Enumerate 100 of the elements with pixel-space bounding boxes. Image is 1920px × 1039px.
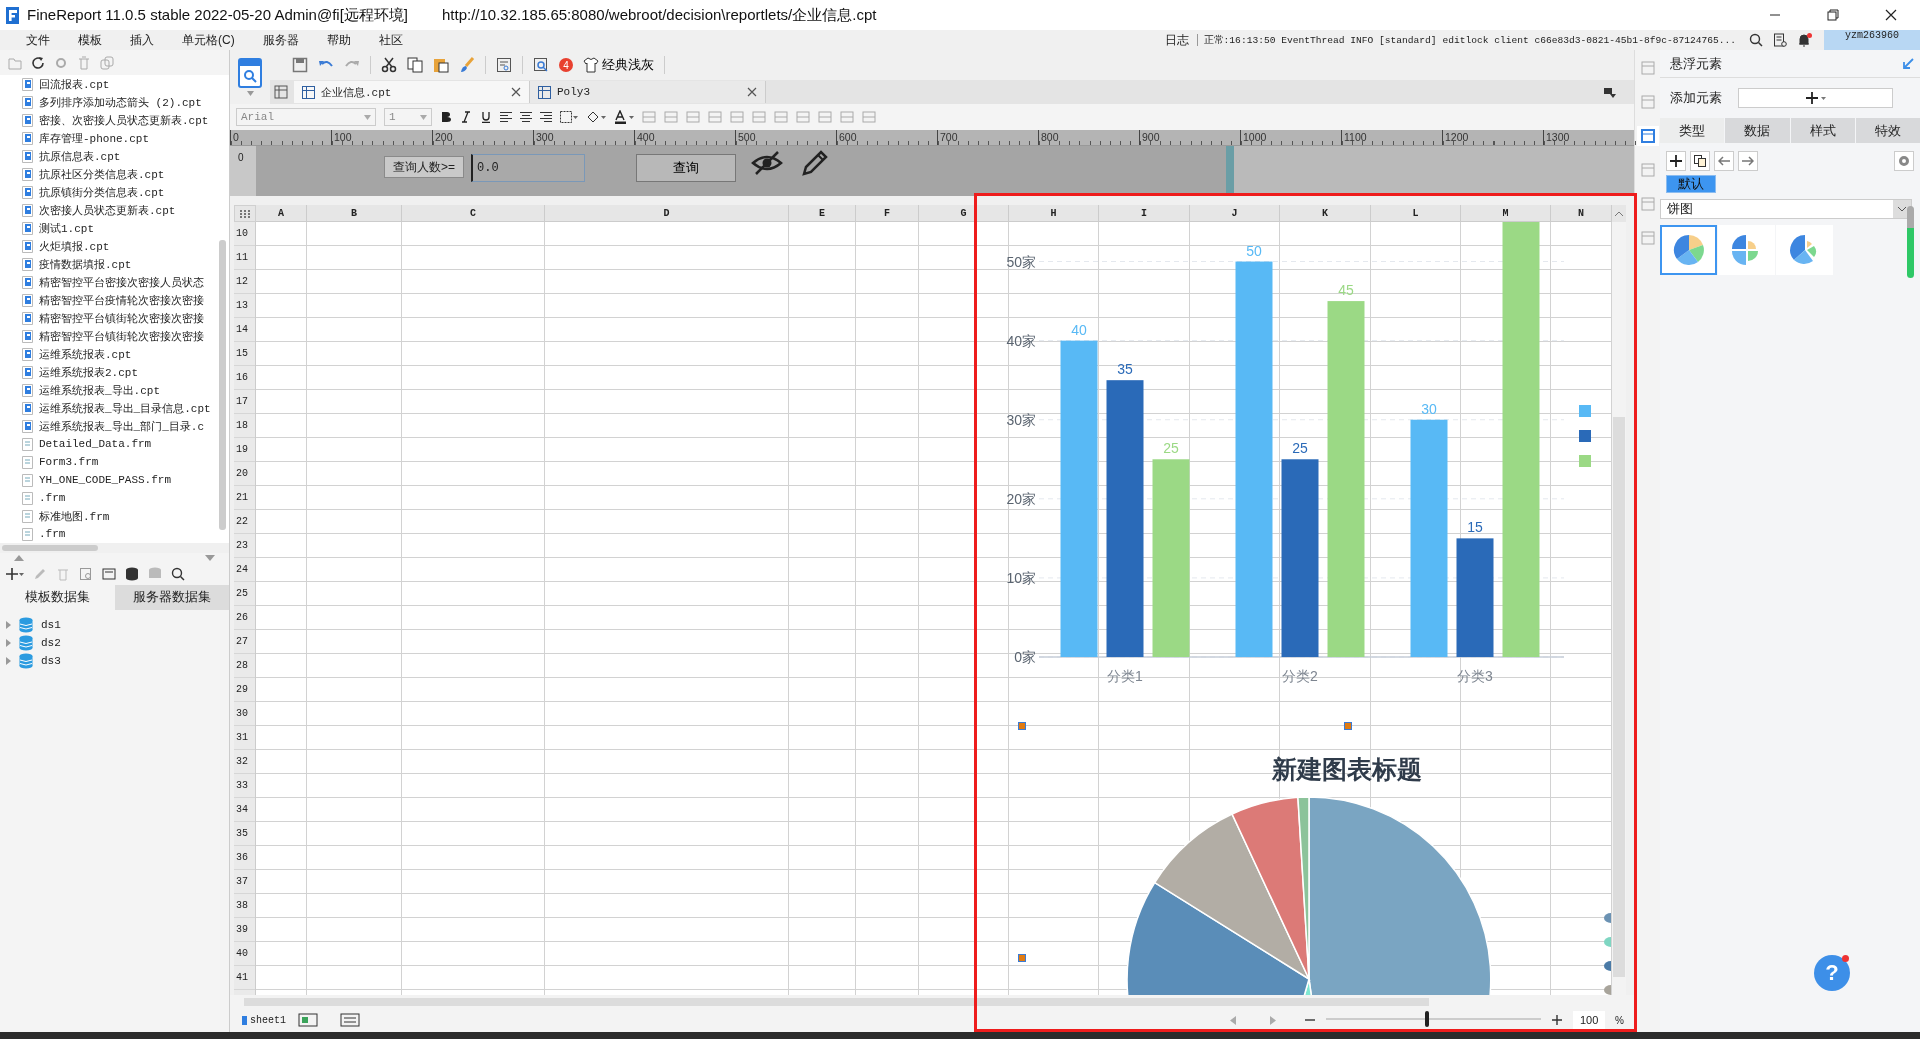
border-icon[interactable]: [560, 111, 578, 123]
settings-icon[interactable]: [54, 55, 68, 70]
row-number[interactable]: 31: [234, 726, 255, 750]
column-header[interactable]: A: [256, 205, 307, 222]
duplicate-icon[interactable]: [100, 55, 114, 70]
search-icon[interactable]: [1749, 33, 1763, 47]
list-icon[interactable]: [730, 110, 744, 124]
search-icon[interactable]: [171, 567, 185, 581]
move-left-button[interactable]: [1714, 151, 1734, 171]
refresh-icon[interactable]: [31, 55, 45, 70]
column-header[interactable]: L: [1371, 205, 1461, 222]
search-icon[interactable]: [533, 57, 549, 73]
default-button[interactable]: 默认: [1666, 175, 1716, 193]
file-item[interactable]: 精密智控平台镇街轮次密接次密接: [39, 310, 204, 326]
fill-color-icon[interactable]: [586, 110, 606, 124]
slider-thumb[interactable]: [1425, 1011, 1430, 1027]
split-icon[interactable]: [664, 110, 678, 124]
theme-button[interactable]: 经典浅灰: [583, 56, 654, 74]
column-header[interactable]: N: [1551, 205, 1612, 222]
expand-icon[interactable]: [6, 657, 11, 665]
edit-icon[interactable]: [33, 567, 47, 581]
row-number[interactable]: 20: [234, 462, 255, 486]
row-number[interactable]: 11: [234, 246, 255, 270]
eye-slash-icon[interactable]: [751, 150, 783, 176]
query-button[interactable]: 查询: [636, 154, 736, 182]
row-number[interactable]: 22: [234, 510, 255, 534]
dataset-name[interactable]: ds2: [41, 637, 61, 649]
resize-handle[interactable]: [1344, 722, 1352, 730]
menu-item[interactable]: 服务器: [248, 31, 313, 49]
column-header[interactable]: M: [1461, 205, 1551, 222]
add-element-dropdown[interactable]: [1738, 88, 1893, 108]
row-number[interactable]: 28: [234, 654, 255, 678]
scrollbar[interactable]: [1907, 206, 1914, 278]
merge-icon[interactable]: [642, 110, 656, 124]
row-number[interactable]: 39: [234, 918, 255, 942]
column-header[interactable]: B: [307, 205, 402, 222]
zoom-field[interactable]: 100: [1573, 1011, 1606, 1029]
row-number[interactable]: 21: [234, 486, 255, 510]
dataset-edit-icon[interactable]: [102, 567, 116, 581]
bell-icon[interactable]: [1797, 33, 1811, 47]
collapse-down-icon[interactable]: [205, 555, 215, 561]
row-number[interactable]: 17: [234, 390, 255, 414]
panel-tab[interactable]: 特效: [1855, 118, 1920, 143]
copy-button[interactable]: [1690, 151, 1710, 171]
scrollbar[interactable]: [219, 240, 226, 530]
file-item[interactable]: 疫情数据填报.cpt: [39, 256, 132, 272]
column-header[interactable]: E: [789, 205, 856, 222]
file-item[interactable]: 精密智控平台疫情轮次密接次密接: [39, 292, 204, 308]
dataset-name[interactable]: ds1: [41, 619, 61, 631]
file-item[interactable]: 次密接人员状态更新表.cpt: [39, 202, 176, 218]
resize-handle[interactable]: [1018, 722, 1026, 730]
column-header[interactable]: H: [1009, 205, 1099, 222]
row-number[interactable]: 40: [234, 942, 255, 966]
file-item[interactable]: 运维系统报表2.cpt: [39, 364, 138, 380]
panel-tab[interactable]: 样式: [1790, 118, 1855, 143]
parameter-input[interactable]: 0.0: [471, 154, 585, 182]
dropdown-menu-icon[interactable]: [1604, 86, 1616, 98]
row-number[interactable]: 14: [234, 318, 255, 342]
bold-icon[interactable]: [440, 111, 452, 123]
copy-icon[interactable]: [407, 57, 423, 73]
row-number[interactable]: 13: [234, 294, 255, 318]
column-header[interactable]: G: [919, 205, 1009, 222]
save-icon[interactable]: [292, 57, 308, 73]
chart-variant[interactable]: [1660, 225, 1717, 275]
scissors-icon[interactable]: [381, 57, 397, 73]
column-chart-icon[interactable]: [774, 110, 788, 124]
expand-up-icon[interactable]: [14, 555, 24, 561]
file-tab[interactable]: 企业信息.cpt: [294, 81, 530, 103]
pencil-icon[interactable]: [801, 149, 829, 177]
file-item[interactable]: .frm: [39, 492, 66, 504]
menu-item[interactable]: 社区: [364, 31, 417, 49]
file-item[interactable]: Form3.frm: [39, 456, 99, 468]
row-number[interactable]: 18: [234, 414, 255, 438]
file-item[interactable]: 回流报表.cpt: [39, 76, 110, 92]
file-item[interactable]: 精密智控平台镇街轮次密接次密接: [39, 328, 204, 344]
column-header[interactable]: F: [856, 205, 919, 222]
file-item[interactable]: 抗原社区分类信息表.cpt: [39, 166, 165, 182]
panel-tab[interactable]: 类型: [1660, 118, 1725, 143]
font-color-icon[interactable]: [614, 110, 634, 124]
file-item[interactable]: 密接、次密接人员状态更新表.cpt: [39, 112, 209, 128]
row-number[interactable]: 26: [234, 606, 255, 630]
row-number[interactable]: 16: [234, 366, 255, 390]
file-item[interactable]: 抗原信息表.cpt: [39, 148, 121, 164]
expand-icon[interactable]: [6, 639, 11, 647]
dataset-tab[interactable]: 服务器数据集: [114, 585, 229, 610]
column-header[interactable]: I: [1099, 205, 1190, 222]
menu-item[interactable]: 模板: [64, 31, 116, 49]
row-number[interactable]: 37: [234, 870, 255, 894]
file-item[interactable]: .frm: [39, 528, 66, 540]
zoom-in-icon[interactable]: [1551, 1014, 1564, 1026]
row-number[interactable]: 41: [234, 966, 255, 990]
file-item[interactable]: 运维系统报表_导出.cpt: [39, 382, 160, 398]
underline-icon[interactable]: [480, 111, 492, 123]
file-item[interactable]: 多列排序添加动态箭头 (2).cpt: [39, 94, 202, 110]
file-item[interactable]: 火炬填报.cpt: [39, 238, 110, 254]
log-label[interactable]: 日志: [1156, 34, 1198, 46]
move-right-button[interactable]: [1738, 151, 1758, 171]
file-tab[interactable]: Poly3: [530, 81, 766, 103]
side-panel-tab[interactable]: [1636, 126, 1659, 146]
brush-icon[interactable]: [459, 57, 475, 73]
